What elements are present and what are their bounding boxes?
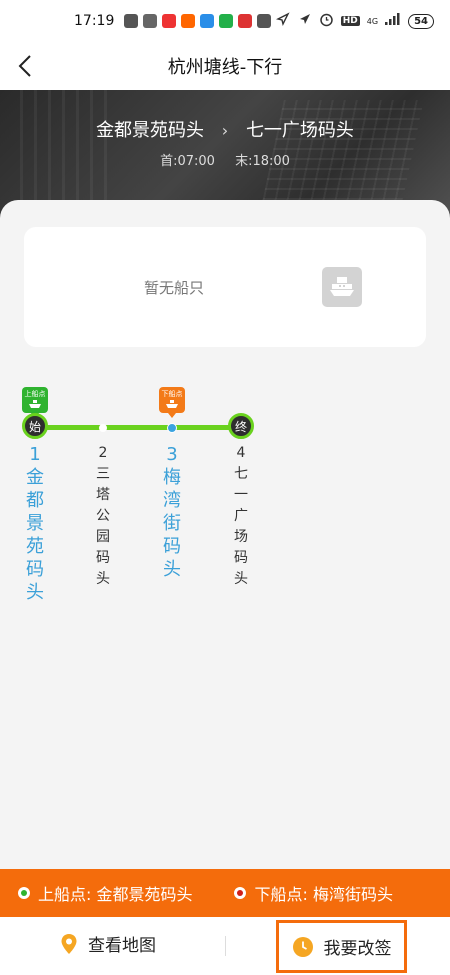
board-flag-label: 上船点 xyxy=(24,390,46,398)
last-departure: 末:18:00 xyxy=(235,154,290,169)
alight-dot-icon xyxy=(234,887,247,899)
route-to: 七一广场码头 xyxy=(245,120,354,141)
ship-status-card: 暂无船只 xyxy=(24,227,426,347)
board-dot-icon xyxy=(18,887,30,899)
alight-info: 下船点: 梅湾街码头 xyxy=(234,881,393,905)
route-summary: 金都景苑码头 › 七一广场码头 xyxy=(0,116,450,142)
ship-icon xyxy=(29,400,41,408)
start-badge: 始 xyxy=(22,413,48,439)
stop-number: 4 xyxy=(236,445,246,461)
end-badge: 终 xyxy=(228,413,254,439)
change-ticket-button[interactable]: 我要改签 xyxy=(276,920,407,973)
message-icon xyxy=(124,14,139,28)
clock-icon xyxy=(292,936,313,957)
page-title: 杭州塘线-下行 xyxy=(167,57,283,78)
notification-icons xyxy=(124,12,297,30)
status-right: HD 4G 54 xyxy=(298,12,434,31)
ship-icon xyxy=(166,400,178,408)
ship-icon xyxy=(322,267,362,307)
metro-icon xyxy=(162,14,177,28)
message2-icon xyxy=(257,14,272,28)
map-pin-icon xyxy=(61,933,77,954)
alight-stop-dot xyxy=(167,423,177,433)
stop-name: 金都景苑码头 xyxy=(26,467,44,603)
stop-name: 梅湾街码头 xyxy=(163,467,181,580)
route-from: 金都景苑码头 xyxy=(96,120,205,141)
board-info: 上船点: 金都景苑码头 xyxy=(18,881,192,905)
alight-info-label: 下船点: 梅湾街码头 xyxy=(254,885,393,904)
first-departure: 首:07:00 xyxy=(160,154,215,169)
status-bar: 17:19 HD 4G 54 xyxy=(0,0,450,42)
stop-item[interactable]: 1 金都景苑码头 xyxy=(23,443,47,604)
stop-number: 1 xyxy=(29,444,41,465)
signal-icon xyxy=(385,13,401,29)
boarding-info-bar: 上船点: 金都景苑码头 下船点: 梅湾街码头 xyxy=(0,869,450,917)
back-button[interactable] xyxy=(10,50,40,82)
alight-point-flag: 下船点 xyxy=(159,387,185,418)
change-ticket-label: 我要改签 xyxy=(323,939,392,959)
location-arrow-icon xyxy=(276,12,290,30)
app-blue-icon xyxy=(200,14,215,28)
stop-dot xyxy=(99,424,107,432)
alarm-icon xyxy=(319,12,334,31)
schedule-times: 首:07:00 末:18:00 xyxy=(0,150,450,169)
hd-icon: HD xyxy=(340,16,360,26)
view-map-button[interactable]: 查看地图 xyxy=(60,931,156,956)
location-icon xyxy=(298,12,312,30)
mi-icon xyxy=(181,14,196,28)
stop-number: 2 xyxy=(98,445,108,461)
board-point-flag: 上船点 xyxy=(22,387,48,418)
app-icon xyxy=(143,14,158,28)
route-track xyxy=(36,425,242,430)
divider xyxy=(225,936,226,956)
no-ship-text: 暂无船只 xyxy=(144,279,205,297)
view-map-label: 查看地图 xyxy=(88,936,156,956)
stop-item[interactable]: 2 三塔公园码头 xyxy=(91,443,115,590)
chevron-right-icon: › xyxy=(221,121,229,140)
board-info-label: 上船点: 金都景苑码头 xyxy=(38,885,193,904)
nav-bar: 杭州塘线-下行 xyxy=(0,42,450,90)
chevron-left-icon xyxy=(18,55,31,77)
stops-timeline: 上船点 下船点 始 终 1 金都景苑码头 2 三塔公园码头 3 梅湾街码头 4 … xyxy=(0,380,450,620)
app-red-icon xyxy=(238,14,253,28)
alight-flag-label: 下船点 xyxy=(161,390,183,398)
status-time: 17:19 xyxy=(74,13,115,29)
stop-name: 三塔公园码头 xyxy=(96,466,110,587)
app-green-icon xyxy=(219,14,234,28)
stop-name: 七一广场码头 xyxy=(234,466,248,587)
stop-item[interactable]: 3 梅湾街码头 xyxy=(160,443,184,581)
stop-number: 3 xyxy=(166,444,178,465)
content-sheet: 暂无船只 上船点 下船点 始 终 1 金都景苑码头 2 三塔公园码头 3 梅湾街… xyxy=(0,200,450,870)
action-bar: 查看地图 我要改签 xyxy=(0,917,450,975)
battery-indicator: 54 xyxy=(408,13,434,29)
network-label: 4G xyxy=(366,16,379,26)
stop-item[interactable]: 4 七一广场码头 xyxy=(229,443,253,590)
